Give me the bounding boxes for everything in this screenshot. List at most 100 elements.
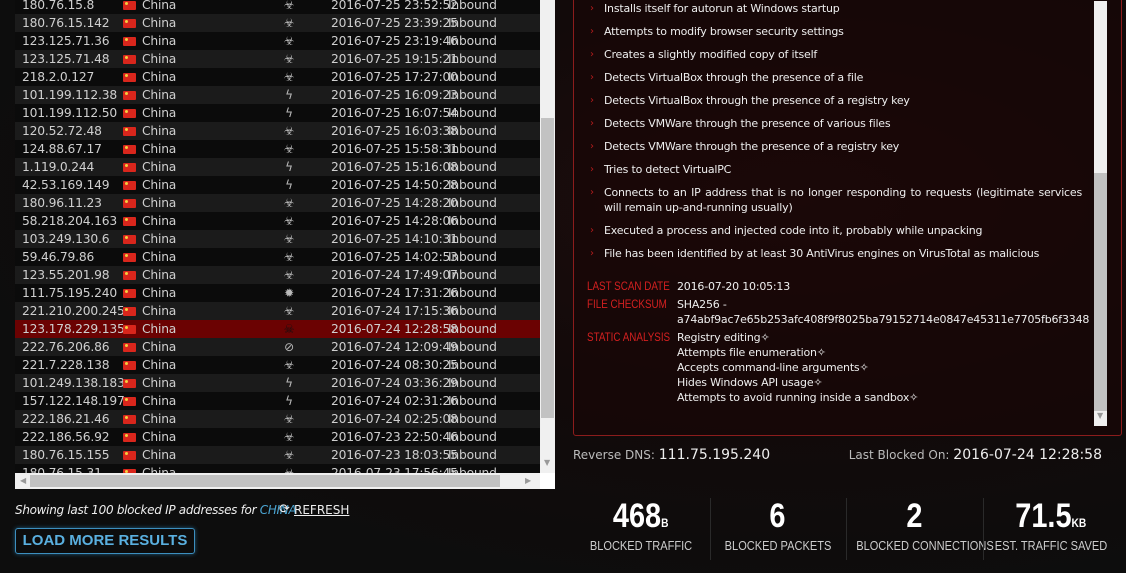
china-flag-icon xyxy=(123,361,136,370)
table-row[interactable]: 101.199.112.38 China ϟ 2016-07-25 16:09:… xyxy=(15,86,540,104)
ip-address: 180.76.15.31 xyxy=(22,466,102,473)
chevron-right-icon: › xyxy=(590,225,594,236)
ip-address: 221.210.200.245 xyxy=(22,304,125,318)
china-flag-icon xyxy=(123,217,136,226)
blocked-date: 2016-07-25 16:07:54 xyxy=(331,106,458,120)
country: China xyxy=(142,16,177,30)
table-row[interactable]: 221.7.228.138 China ☣ 2016-07-24 08:30:2… xyxy=(15,356,540,374)
china-flag-icon xyxy=(123,163,136,172)
ip-address: 222.76.206.86 xyxy=(22,340,110,354)
ip-address: 59.46.79.86 xyxy=(22,250,95,264)
table-row[interactable]: 58.218.204.163 China ☣ 2016-07-25 14:28:… xyxy=(15,212,540,230)
table-row[interactable]: 101.249.138.183 China ϟ 2016-07-24 03:36… xyxy=(15,374,540,392)
table-row[interactable]: 59.46.79.86 China ☣ 2016-07-25 14:02:53 … xyxy=(15,248,540,266)
country: China xyxy=(142,466,177,473)
detail-scrollbar[interactable]: ▼ xyxy=(1094,1,1107,426)
table-row[interactable]: 123.55.201.98 China ☣ 2016-07-24 17:49:0… xyxy=(15,266,540,284)
table-horizontal-scrollbar[interactable]: ◀ ▶ xyxy=(15,473,540,489)
table-row[interactable]: 222.186.56.92 China ☣ 2016-07-23 22:50:4… xyxy=(15,428,540,446)
ban-icon: ⊘ xyxy=(284,340,294,354)
threat-detail-panel: › Installs itself for autorun at Windows … xyxy=(573,0,1122,436)
behavior-text: Detects VirtualBox through the presence … xyxy=(604,94,910,107)
country: China xyxy=(142,88,177,102)
behavior-item: › Connects to an IP address that is no lo… xyxy=(590,185,1082,215)
china-flag-icon xyxy=(123,109,136,118)
static-analysis-item: Attempts file enumeration✧ xyxy=(677,346,826,359)
scroll-down-arrow-icon[interactable]: ▼ xyxy=(1097,411,1103,420)
ip-address: 1.119.0.244 xyxy=(22,160,95,174)
scroll-right-arrow-icon[interactable]: ▶ xyxy=(525,476,531,485)
biohazard-icon: ☣ xyxy=(283,466,295,473)
refresh-link[interactable]: REFRESH xyxy=(294,503,349,517)
country: China xyxy=(142,358,177,372)
direction: Inbound xyxy=(448,0,497,12)
table-row[interactable]: 221.210.200.245 China ☣ 2016-07-24 17:15… xyxy=(15,302,540,320)
table-row[interactable]: 222.186.21.46 China ☣ 2016-07-24 02:25:0… xyxy=(15,410,540,428)
stat-label: BLOCKED PACKETS xyxy=(724,538,831,553)
stat-label: BLOCKED TRAFFIC xyxy=(589,538,693,553)
blocked-date: 2016-07-23 17:56:45 xyxy=(331,466,458,473)
behavior-text: Creates a slightly modified copy of itse… xyxy=(604,48,818,61)
china-flag-icon xyxy=(123,127,136,136)
bolt-icon: ϟ xyxy=(285,160,293,174)
table-row[interactable]: 222.76.206.86 China ⊘ 2016-07-24 12:09:4… xyxy=(15,338,540,356)
blocked-date: 2016-07-25 23:39:25 xyxy=(331,16,458,30)
table-row[interactable]: 101.199.112.50 China ϟ 2016-07-25 16:07:… xyxy=(15,104,540,122)
table-row[interactable]: 103.249.130.6 China ☣ 2016-07-25 14:10:3… xyxy=(15,230,540,248)
china-flag-icon xyxy=(123,271,136,280)
country: China xyxy=(142,142,177,156)
table-row[interactable]: 42.53.169.149 China ϟ 2016-07-25 14:50:2… xyxy=(15,176,540,194)
table-row[interactable]: 157.122.148.197 China ϟ 2016-07-24 02:31… xyxy=(15,392,540,410)
ip-address: 101.249.138.183 xyxy=(22,376,125,390)
blocked-date: 2016-07-25 14:28:06 xyxy=(331,214,458,228)
biohazard-icon: ☣ xyxy=(283,448,295,462)
table-row[interactable]: 180.76.15.8 China ☣ 2016-07-25 23:52:52 … xyxy=(15,0,540,14)
ip-address: 180.96.11.23 xyxy=(22,196,102,210)
table-row[interactable]: 180.96.11.23 China ☣ 2016-07-25 14:28:20… xyxy=(15,194,540,212)
stat-blocked-connections: 2 BLOCKED CONNECTIONS xyxy=(846,497,994,553)
direction: Inbound xyxy=(448,466,497,473)
ip-address: 120.52.72.48 xyxy=(22,124,102,138)
refresh-icon[interactable]: ⟳ xyxy=(279,502,290,517)
scrollbar-thumb[interactable] xyxy=(541,118,554,418)
table-row[interactable]: 123.178.229.135 China ☠ 2016-07-24 12:28… xyxy=(15,320,540,338)
stat-est-traffic-saved: 71.5KB EST. TRAFFIC SAVED xyxy=(983,497,1119,553)
chevron-right-icon: › xyxy=(590,95,594,106)
ip-address: 221.7.228.138 xyxy=(22,358,110,372)
table-vertical-scrollbar[interactable]: ▼ xyxy=(540,0,555,473)
china-flag-icon xyxy=(123,325,136,334)
table-row[interactable]: 123.125.71.36 China ☣ 2016-07-25 23:19:4… xyxy=(15,32,540,50)
table-row[interactable]: 123.125.71.48 China ☣ 2016-07-25 19:15:2… xyxy=(15,50,540,68)
table-row[interactable]: 180.76.15.142 China ☣ 2016-07-25 23:39:2… xyxy=(15,14,540,32)
table-row[interactable]: 180.76.15.155 China ☣ 2016-07-23 18:03:5… xyxy=(15,446,540,464)
table-row[interactable]: 124.88.67.17 China ☣ 2016-07-25 15:58:31… xyxy=(15,140,540,158)
blocked-date: 2016-07-25 23:19:46 xyxy=(331,34,458,48)
scrollbar-thumb[interactable] xyxy=(30,475,500,487)
blocked-date: 2016-07-25 14:28:20 xyxy=(331,196,458,210)
load-more-button[interactable]: LOAD MORE RESULTS xyxy=(15,528,195,554)
reverse-dns: Reverse DNS: 111.75.195.240 xyxy=(573,447,770,463)
table-row[interactable]: 218.2.0.127 China ☣ 2016-07-25 17:27:00 … xyxy=(15,68,540,86)
biohazard-icon: ☣ xyxy=(283,16,295,30)
biohazard-icon: ☣ xyxy=(283,0,295,12)
table-row[interactable]: 1.119.0.244 China ϟ 2016-07-25 15:16:08 … xyxy=(15,158,540,176)
table-row[interactable]: 111.75.195.240 China ✹ 2016-07-24 17:31:… xyxy=(15,284,540,302)
stat-value: 71.5KB xyxy=(1015,497,1086,536)
china-flag-icon xyxy=(123,145,136,154)
static-analysis-item: Accepts command-line arguments✧ xyxy=(677,361,869,374)
direction: Inbound xyxy=(448,448,497,462)
china-flag-icon xyxy=(123,379,136,388)
scroll-down-arrow-icon[interactable]: ▼ xyxy=(544,458,550,467)
table-row[interactable]: 180.76.15.31 China ☣ 2016-07-23 17:56:45… xyxy=(15,464,540,473)
direction: Inbound xyxy=(448,376,497,390)
info-text: Showing last 100 blocked IP addresses fo… xyxy=(15,503,260,517)
ip-address: 58.218.204.163 xyxy=(22,214,117,228)
scrollbar-thumb[interactable] xyxy=(1094,173,1107,411)
table-row[interactable]: 120.52.72.48 China ☣ 2016-07-25 16:03:38… xyxy=(15,122,540,140)
scroll-left-arrow-icon[interactable]: ◀ xyxy=(20,476,26,485)
direction: Inbound xyxy=(448,160,497,174)
china-flag-icon xyxy=(123,73,136,82)
skull-icon: ☠ xyxy=(283,322,295,336)
china-flag-icon xyxy=(123,37,136,46)
chevron-right-icon: › xyxy=(590,248,594,259)
